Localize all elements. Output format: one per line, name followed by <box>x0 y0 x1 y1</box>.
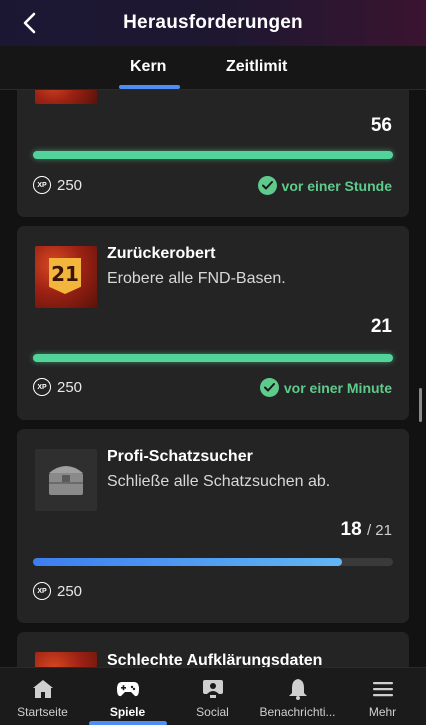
home-icon <box>31 678 55 700</box>
xp-reward: XP 250 <box>33 582 82 600</box>
nav-label: Social <box>196 705 229 719</box>
active-nav-indicator <box>89 721 167 725</box>
nav-spiele[interactable]: Spiele <box>85 668 170 725</box>
completed-status: vor einer Stunde <box>257 176 392 195</box>
challenge-title: Schlechte Aufklärungsdaten <box>107 652 323 667</box>
challenge-card[interactable]: Profi-Schatzsucher Schließe alle Schatzs… <box>17 429 409 623</box>
completed-time: vor einer Minute <box>283 379 392 396</box>
challenge-title: Zurückerobert <box>107 245 216 262</box>
completed-time: vor einer Stunde <box>281 177 392 194</box>
progress-bar-fill <box>33 151 393 159</box>
challenge-title: Profi-Schatzsucher <box>107 448 253 465</box>
back-button[interactable] <box>14 8 44 38</box>
progress-bar <box>33 354 393 362</box>
progress-bar-fill <box>33 354 393 362</box>
challenge-card[interactable]: 56 XP 250 vor einer Stunde <box>17 90 409 217</box>
tab-zeitlimit[interactable]: Zeitlimit <box>226 58 287 76</box>
completed-status: vor einer Minute <box>259 378 392 397</box>
scrollbar[interactable] <box>419 388 422 422</box>
xp-reward: XP 250 <box>33 378 82 396</box>
tab-kern[interactable]: Kern <box>130 58 166 76</box>
badge-number: 21 <box>51 262 79 286</box>
chevron-left-icon <box>23 12 36 34</box>
challenge-description: Erobere alle FND-Basen. <box>107 270 286 287</box>
active-tab-indicator <box>119 85 180 89</box>
bottom-nav: Startseite Spiele Social Benachrichti...… <box>0 667 426 725</box>
flame-badge-icon <box>35 652 97 667</box>
challenge-list[interactable]: 56 XP 250 vor einer Stunde 21 Zurückerob… <box>0 90 426 667</box>
tab-bar: Kern Zeitlimit <box>0 46 426 90</box>
nav-label: Benachrichti... <box>259 705 336 719</box>
challenge-card[interactable]: Schlechte Aufklärungsdaten <box>17 632 409 667</box>
progress-bar <box>33 558 393 566</box>
xp-icon: XP <box>33 176 51 194</box>
progress-bar <box>33 151 393 159</box>
gamepad-icon <box>116 678 140 700</box>
progress-total: / 21 <box>366 522 392 539</box>
check-icon <box>257 176 277 195</box>
menu-icon <box>371 678 395 700</box>
page-title: Herausforderungen <box>123 12 303 33</box>
xp-icon: XP <box>33 378 51 396</box>
social-icon <box>201 678 225 700</box>
bell-icon <box>286 678 310 700</box>
progress-value: 21 <box>370 316 392 337</box>
nav-social[interactable]: Social <box>170 668 255 725</box>
progress-value: 56 <box>370 115 392 136</box>
xp-reward: XP 250 <box>33 176 82 194</box>
xp-value: 250 <box>57 176 83 194</box>
nav-benachrichtigungen[interactable]: Benachrichti... <box>255 668 340 725</box>
xp-icon: XP <box>33 582 51 600</box>
top-bar: Herausforderungen <box>0 0 426 46</box>
flame-badge-icon <box>35 90 97 104</box>
challenge-description: Schließe alle Schatzsuchen ab. <box>107 473 331 490</box>
xp-value: 250 <box>57 582 83 600</box>
xp-value: 250 <box>57 378 83 396</box>
progress-value: 18 / 21 <box>340 519 392 540</box>
treasure-chest-icon <box>35 449 97 511</box>
nav-startseite[interactable]: Startseite <box>0 668 85 725</box>
nav-mehr[interactable]: Mehr <box>340 668 425 725</box>
nav-label: Startseite <box>17 705 68 719</box>
progress-bar-fill <box>33 558 342 566</box>
flag-badge-icon: 21 <box>35 246 97 308</box>
nav-label: Mehr <box>368 705 397 719</box>
check-icon <box>259 378 279 397</box>
challenge-card[interactable]: 21 Zurückerobert Erobere alle FND-Basen.… <box>17 226 409 420</box>
nav-label: Spiele <box>109 705 146 719</box>
